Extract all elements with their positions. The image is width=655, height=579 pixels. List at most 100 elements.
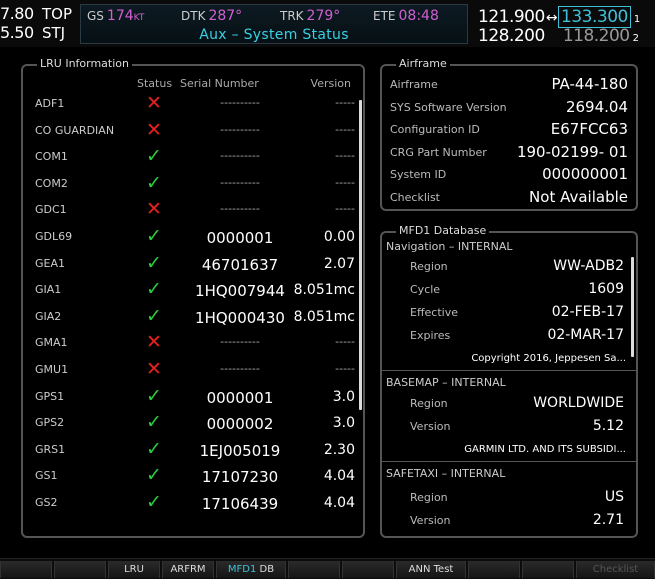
ann-test-softkey[interactable]: ANN Test xyxy=(396,561,466,578)
lru-row[interactable]: GIA2 ✓ 1HQ000430 8.051mc xyxy=(23,304,363,331)
check-icon: ✓ xyxy=(146,225,162,247)
softkey-2-empty[interactable] xyxy=(54,561,106,578)
lru-version: ----- xyxy=(335,362,355,375)
softkey-10-empty[interactable] xyxy=(522,561,574,578)
mfd1-database-panel: MFD1 Database Navigation – INTERNAL Regi… xyxy=(380,224,638,538)
lru-row[interactable]: COM1 ✓ ---------- ----- xyxy=(23,144,363,171)
lru-row[interactable]: COM2 ✓ ---------- ----- xyxy=(23,171,363,198)
lru-name: COM2 xyxy=(35,176,68,190)
safetaxi-db-header: SAFETAXI – INTERNAL xyxy=(386,467,506,480)
x-fail-icon: ✕ xyxy=(146,358,162,380)
safetaxi-region-label: Region xyxy=(410,491,448,504)
checklist-softkey[interactable]: Checklist xyxy=(576,561,655,578)
com1-row[interactable]: 121.900↔ 133.300 1 xyxy=(478,6,640,28)
nav2-ident: STJ xyxy=(42,23,66,42)
airframe-value: 2694.04 xyxy=(565,97,628,116)
airframe-value: 190-02199- 01 xyxy=(516,142,628,161)
com2-index: 2 xyxy=(632,33,639,44)
lru-row[interactable]: GRS1 ✓ 1EJ005019 2.30 xyxy=(23,437,363,464)
lru-row[interactable]: ADF1 ✕ ---------- ----- xyxy=(23,91,363,118)
lru-version: 2.07 xyxy=(323,255,355,272)
x-fail-icon: ✕ xyxy=(146,118,162,141)
lru-version: ----- xyxy=(335,202,355,216)
airframe-label: Airframe xyxy=(390,78,438,91)
version-column-header: Version xyxy=(310,77,351,90)
lru-row[interactable]: GDL69 ✓ 0000001 0.00 xyxy=(23,224,363,251)
check-icon: ✓ xyxy=(146,464,162,487)
lru-information-panel: LRU Information Status Serial Number Ver… xyxy=(21,57,365,538)
lru-version: 8.051mc xyxy=(293,308,355,325)
lru-version: ----- xyxy=(335,96,355,109)
airframe-softkey[interactable]: ARFRM xyxy=(162,561,214,578)
lru-serial-number: 1HQ007944 xyxy=(195,282,285,301)
desired-track: DTK 287° xyxy=(181,8,242,24)
nav-db-row: Expires 02-MAR-17 xyxy=(386,325,626,347)
lru-name: GEA1 xyxy=(35,256,65,270)
airframe-row: CRG Part Number 190-02199- 01 xyxy=(388,141,630,163)
airframe-label: CRG Part Number xyxy=(390,145,487,159)
lru-version: ----- xyxy=(335,175,355,189)
softkey-6-empty[interactable] xyxy=(288,561,340,578)
lru-version: ----- xyxy=(335,149,355,163)
lru-row[interactable]: GPS2 ✓ 0000002 3.0 xyxy=(23,410,363,437)
com2-row[interactable]: 128.200 118.200 2 xyxy=(478,26,639,46)
lru-serial-number: ---------- xyxy=(220,362,260,375)
lru-row[interactable]: GMU1 ✕ ---------- ----- xyxy=(23,357,363,384)
com-frequencies: 121.900↔ 133.300 1 128.200 118.200 2 xyxy=(478,4,655,46)
lru-row[interactable]: CO GUARDIAN ✕ ---------- ----- xyxy=(23,118,363,145)
softkey-bar: LRU ARFRM MFD1 DB ANN Test Checklist xyxy=(0,558,655,579)
softkey-9-empty[interactable] xyxy=(468,561,520,578)
lru-row[interactable]: GMA1 ✕ ---------- ----- xyxy=(23,330,363,357)
db-label: DB xyxy=(259,564,275,575)
airframe-row: SYS Software Version 2694.04 xyxy=(388,96,630,118)
lru-scrollbar[interactable] xyxy=(359,100,362,410)
lru-serial-number: ---------- xyxy=(220,202,260,216)
page-title: Aux – System Status xyxy=(199,27,349,43)
lru-name: GIA1 xyxy=(35,283,62,297)
nav2-row: 5.50 STJ xyxy=(0,23,78,42)
lru-row[interactable]: GS1 ✓ 17107230 4.04 xyxy=(23,463,363,490)
nav-copyright: Copyright 2016, Jeppesen Sa... xyxy=(471,353,626,364)
lru-serial-number: 17107230 xyxy=(201,468,279,487)
basemap-version-label: Version xyxy=(410,420,451,433)
softkey-7-empty[interactable] xyxy=(342,561,394,578)
nav-effective-label: Effective xyxy=(410,306,458,319)
lru-row[interactable]: GIA1 ✓ 1HQ007944 8.051mc xyxy=(23,277,363,304)
mfd1-db-softkey[interactable]: MFD1 DB xyxy=(216,561,286,578)
navigation-data-strip: GS 174KT DTK 287° TRK 279° ETE 08:48 Aux – S… xyxy=(80,4,468,44)
check-icon: ✓ xyxy=(146,411,162,434)
lru-row[interactable]: GPS1 ✓ 0000001 3.0 xyxy=(23,384,363,411)
mfd1-label: MFD1 xyxy=(227,564,257,575)
safetaxi-version-label: Version xyxy=(410,514,451,527)
lru-serial-number: ---------- xyxy=(220,149,260,163)
mfd-scrollbar[interactable] xyxy=(631,257,634,357)
lru-row[interactable]: GS2 ✓ 17106439 4.04 xyxy=(23,490,363,517)
check-icon: ✓ xyxy=(146,491,162,513)
com1-standby[interactable]: 133.300 xyxy=(558,6,631,28)
gs-unit: KT xyxy=(133,13,145,23)
nav1-row: 7.80 TOP xyxy=(0,4,78,23)
airframe-row: System ID 000000001 xyxy=(388,163,630,185)
lru-serial-number: 46701637 xyxy=(201,255,279,274)
lru-row[interactable]: GEA1 ✓ 46701637 2.07 xyxy=(23,251,363,278)
lru-softkey[interactable]: LRU xyxy=(108,561,160,578)
basemap-copyright: GARMIN LTD. AND ITS SUBSIDI... xyxy=(464,444,626,455)
airframe-label: Checklist xyxy=(390,190,440,204)
lru-serial-number: 17106439 xyxy=(201,495,279,513)
track: TRK 279° xyxy=(280,8,340,24)
lru-version: 8.051mc xyxy=(293,282,355,299)
lru-version: 4.04 xyxy=(323,468,355,485)
lru-name: COM1 xyxy=(35,150,68,164)
lru-serial-number: ---------- xyxy=(220,175,260,189)
navigation-db-header: Navigation – INTERNAL xyxy=(386,240,513,253)
softkey-1-empty[interactable] xyxy=(0,561,52,578)
mfd-panel-title: MFD1 Database xyxy=(396,224,490,237)
airframe-row: Checklist Not Available xyxy=(388,186,630,208)
basemap-db-row: Region WORLDWIDE xyxy=(386,393,626,415)
section-divider xyxy=(382,461,636,462)
lru-name: ADF1 xyxy=(35,97,65,110)
check-icon: ✓ xyxy=(146,437,162,460)
basemap-db-row: Version 5.12 xyxy=(386,416,626,438)
lru-row[interactable]: GDC1 ✕ ---------- ----- xyxy=(23,197,363,224)
airframe-row: Configuration ID E67FCC63 xyxy=(388,118,630,140)
